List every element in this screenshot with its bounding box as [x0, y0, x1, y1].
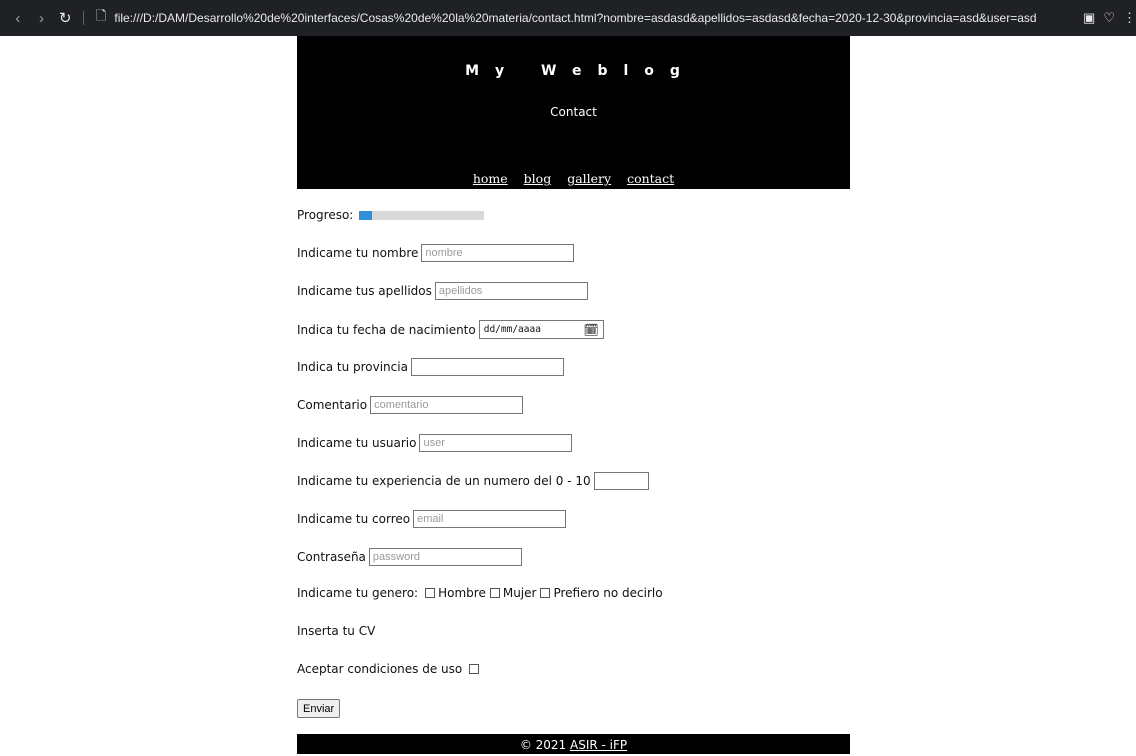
genero-mujer-label: Mujer — [502, 586, 537, 600]
cv-label: Inserta tu CV — [297, 624, 376, 638]
address-bar[interactable]: file:///D:/DAM/Desarrollo%20de%20interfa… — [114, 11, 1075, 25]
experiencia-input[interactable] — [593, 472, 649, 490]
comentario-input[interactable] — [370, 396, 524, 414]
password-row: Contraseña — [297, 548, 522, 566]
provincia-input[interactable] — [410, 358, 564, 376]
genero-hombre-label: Hombre — [438, 586, 486, 600]
apellidos-row: Indicame tus apellidos — [297, 282, 588, 300]
nav-link-gallery[interactable]: gallery — [567, 171, 611, 186]
screenshot-icon[interactable]: ▣ — [1083, 10, 1095, 26]
fecha-label: Indica tu fecha de nacimiento — [297, 322, 476, 337]
progress-row: Progreso: — [297, 208, 485, 222]
page-icon: 🗋 — [95, 8, 107, 23]
footer-link[interactable]: ASIR - iFP — [570, 738, 627, 752]
fecha-input[interactable]: dd/mm/aaaa 🗓 — [478, 320, 604, 339]
correo-label: Indicame tu correo — [297, 512, 411, 526]
condiciones-label: Aceptar condiciones de uso — [297, 662, 463, 676]
genero-row: Indicame tu genero: Hombre Mujer Prefier… — [297, 586, 663, 600]
cv-row: Inserta tu CV — [297, 624, 378, 638]
comentario-label: Comentario — [297, 398, 368, 412]
comentario-row: Comentario — [297, 396, 524, 414]
nombre-label: Indicame tu nombre — [297, 246, 419, 260]
genero-no-decir-label: Prefiero no decirlo — [553, 586, 663, 600]
calendar-icon[interactable]: 🗓 — [584, 323, 599, 337]
provincia-row: Indica tu provincia — [297, 358, 564, 376]
nombre-row: Indicame tu nombre — [297, 244, 575, 262]
site-header: My Weblog Contact home blog gallery cont… — [297, 36, 850, 189]
footer-copyright: © 2021 — [519, 738, 567, 752]
apellidos-input[interactable] — [434, 282, 588, 300]
submit-button[interactable]: Enviar — [297, 699, 341, 718]
main-nav: home blog gallery contact — [297, 171, 850, 186]
password-input[interactable] — [368, 548, 522, 566]
correo-input[interactable] — [413, 510, 567, 528]
nav-link-contact[interactable]: contact — [627, 171, 674, 186]
usuario-row: Indicame tu usuario — [297, 434, 573, 452]
forward-icon[interactable]: › — [30, 10, 54, 27]
site-title: My Weblog — [465, 63, 696, 79]
experiencia-label: Indicame tu experiencia de un numero del… — [297, 474, 591, 488]
menu-icon[interactable]: ⋮ — [1123, 10, 1136, 26]
genero-no-decir-checkbox[interactable] — [540, 588, 551, 598]
nombre-input[interactable] — [421, 244, 575, 262]
provincia-label: Indica tu provincia — [297, 360, 408, 374]
usuario-label: Indicame tu usuario — [297, 436, 417, 450]
site-footer: © 2021 ASIR - iFP — [297, 734, 850, 754]
genero-hombre-checkbox[interactable] — [425, 588, 436, 598]
condiciones-checkbox[interactable] — [469, 664, 480, 674]
correo-row: Indicame tu correo — [297, 510, 567, 528]
nav-link-home[interactable]: home — [473, 171, 508, 186]
heart-icon[interactable]: ♡ — [1103, 10, 1115, 26]
reload-icon[interactable]: ↻ — [53, 9, 77, 27]
usuario-input[interactable] — [419, 434, 573, 452]
fecha-row: Indica tu fecha de nacimiento dd/mm/aaaa… — [297, 320, 604, 339]
submit-row: Enviar — [297, 699, 341, 718]
password-label: Contraseña — [297, 550, 366, 564]
back-icon[interactable]: ‹ — [6, 10, 30, 27]
progress-fill — [359, 210, 372, 220]
browser-toolbar: ‹ › ↻ 🗋 file:///D:/DAM/Desarrollo%20de%2… — [0, 0, 1136, 36]
condiciones-row: Aceptar condiciones de uso — [297, 662, 482, 676]
apellidos-label: Indicame tus apellidos — [297, 284, 432, 298]
fecha-placeholder: dd/mm/aaaa — [483, 324, 541, 335]
progress-bar — [359, 210, 485, 220]
genero-mujer-checkbox[interactable] — [489, 588, 500, 598]
page-subtitle: Contact — [550, 105, 597, 119]
genero-label: Indicame tu genero: — [297, 586, 419, 600]
toolbar-divider — [82, 11, 84, 25]
progress-label: Progreso: — [297, 208, 354, 222]
nav-link-blog[interactable]: blog — [524, 171, 552, 186]
experiencia-row: Indicame tu experiencia de un numero del… — [297, 472, 649, 490]
